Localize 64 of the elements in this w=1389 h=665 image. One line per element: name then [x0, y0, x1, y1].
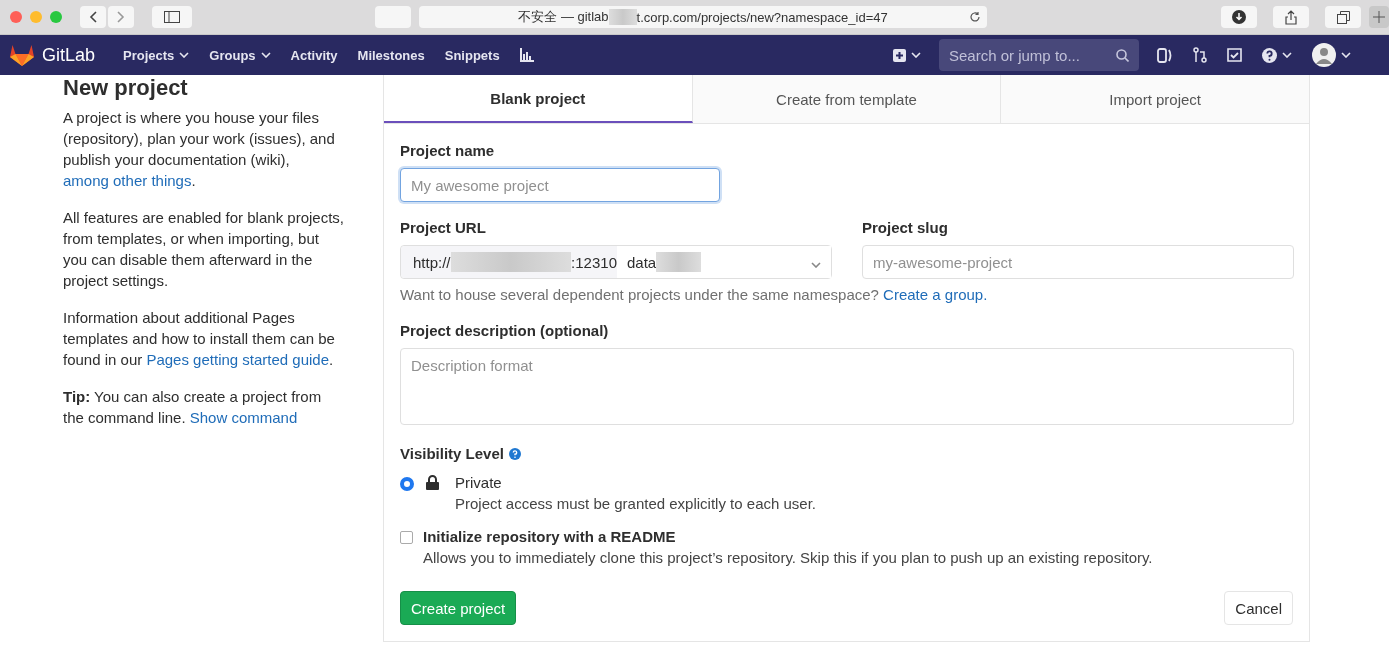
share-button[interactable]	[1273, 6, 1309, 28]
help-link[interactable]: Show command	[189, 409, 298, 426]
address-text: 不安全 — gitlab	[518, 8, 609, 26]
help-paragraph: Information about additional Pages templates and how to install them can be found in our Pages getting started guide.	[63, 308, 336, 370]
nav-menu-item[interactable]: Milestones	[347, 35, 435, 75]
download-button[interactable]	[1221, 6, 1257, 28]
project-type-tab[interactable]: Import project	[1001, 75, 1309, 123]
plus-square-icon	[893, 48, 906, 62]
plus-icon	[1373, 11, 1385, 23]
download-icon	[1232, 10, 1246, 24]
option-label: Private	[455, 474, 503, 491]
search-icon	[1116, 48, 1129, 62]
sidebar-icon	[164, 11, 180, 23]
redaction-block	[608, 9, 637, 25]
nav-menu-item[interactable]: Activity	[280, 35, 348, 75]
project-slug-field[interactable]: my-awesome-project	[862, 245, 1294, 279]
option-description: Allows you to immediately clone this project’s repository. Skip this if you plan to push up an existing repository.	[423, 549, 1153, 566]
fox-logo-icon[interactable]	[10, 44, 34, 66]
lock-icon	[426, 475, 439, 490]
field-label: Visibility Level	[400, 445, 504, 462]
caret-icon	[1341, 52, 1351, 58]
field-label: Project name	[400, 142, 496, 159]
overlapping-squares-icon	[1336, 10, 1350, 24]
project-type-tab[interactable]: Create from template	[692, 75, 1002, 123]
help-paragraph: All features are enabled for blank projects, from templates, or when importing, but you can disable them afterward in the project settings.	[63, 208, 345, 291]
cancel-button[interactable]: Cancel	[1224, 591, 1293, 625]
option-label: Initialize repository with a README	[423, 528, 677, 545]
nav-menu-item[interactable]: Projects	[113, 35, 200, 75]
help-paragraph: A project is where you house your files (repository), plan your work (issues), and publish your documentation (wiki), among other things.	[63, 108, 336, 191]
share-icon	[1285, 9, 1297, 25]
help-icon[interactable]	[508, 447, 521, 460]
sidebar-toggle-button[interactable]	[152, 6, 192, 28]
address-bar[interactable]: 不安全 — gitlab t.corp.com/projects/new?namespace_id=47	[419, 6, 987, 28]
reload-icon[interactable]	[969, 11, 981, 23]
caret-icon	[1282, 52, 1292, 58]
caret-icon	[260, 52, 271, 58]
nav-menu-item[interactable]: Groups	[199, 35, 281, 75]
create-group-link[interactable]: Create a group.	[883, 286, 988, 303]
page-title: New project	[63, 75, 189, 98]
visibility-radio[interactable]	[400, 477, 414, 491]
caret-icon	[911, 52, 921, 58]
project-name-field[interactable]: My awesome project	[400, 168, 720, 202]
hint-text: Want to house several dependent projects under the same namespace?	[400, 286, 879, 303]
caret-icon	[179, 52, 190, 58]
help-link[interactable]: among other things	[63, 172, 192, 189]
nav-menu-item[interactable]: Snippets	[434, 35, 510, 75]
option-description: Project access must be granted explicitly to each user.	[455, 495, 816, 512]
help-link[interactable]: Pages getting started guide	[146, 351, 330, 368]
search-field[interactable]: Search or jump to...	[939, 39, 1139, 71]
description-field[interactable]: Description format	[400, 348, 1294, 425]
field-label: Project description (optional)	[400, 322, 610, 339]
field-label: Project slug	[862, 219, 949, 236]
address-text: t.corp.com/projects/new?namespace_id=47	[636, 9, 888, 25]
tabs-overview-button[interactable]	[1325, 6, 1361, 28]
logo-text[interactable]: GitLab	[42, 44, 96, 66]
chevron-left-icon	[89, 11, 97, 23]
field-label: Project URL	[400, 219, 487, 236]
readme-checkbox[interactable]	[400, 531, 413, 544]
back-button[interactable]	[80, 6, 106, 28]
project-type-tab[interactable]: Blank project	[384, 75, 693, 123]
help-paragraph: Tip: You can also create a project from the command line. Show command	[63, 387, 323, 428]
chevron-right-icon	[117, 11, 125, 23]
help-icon	[1262, 47, 1277, 63]
avatar-icon	[1312, 43, 1336, 67]
